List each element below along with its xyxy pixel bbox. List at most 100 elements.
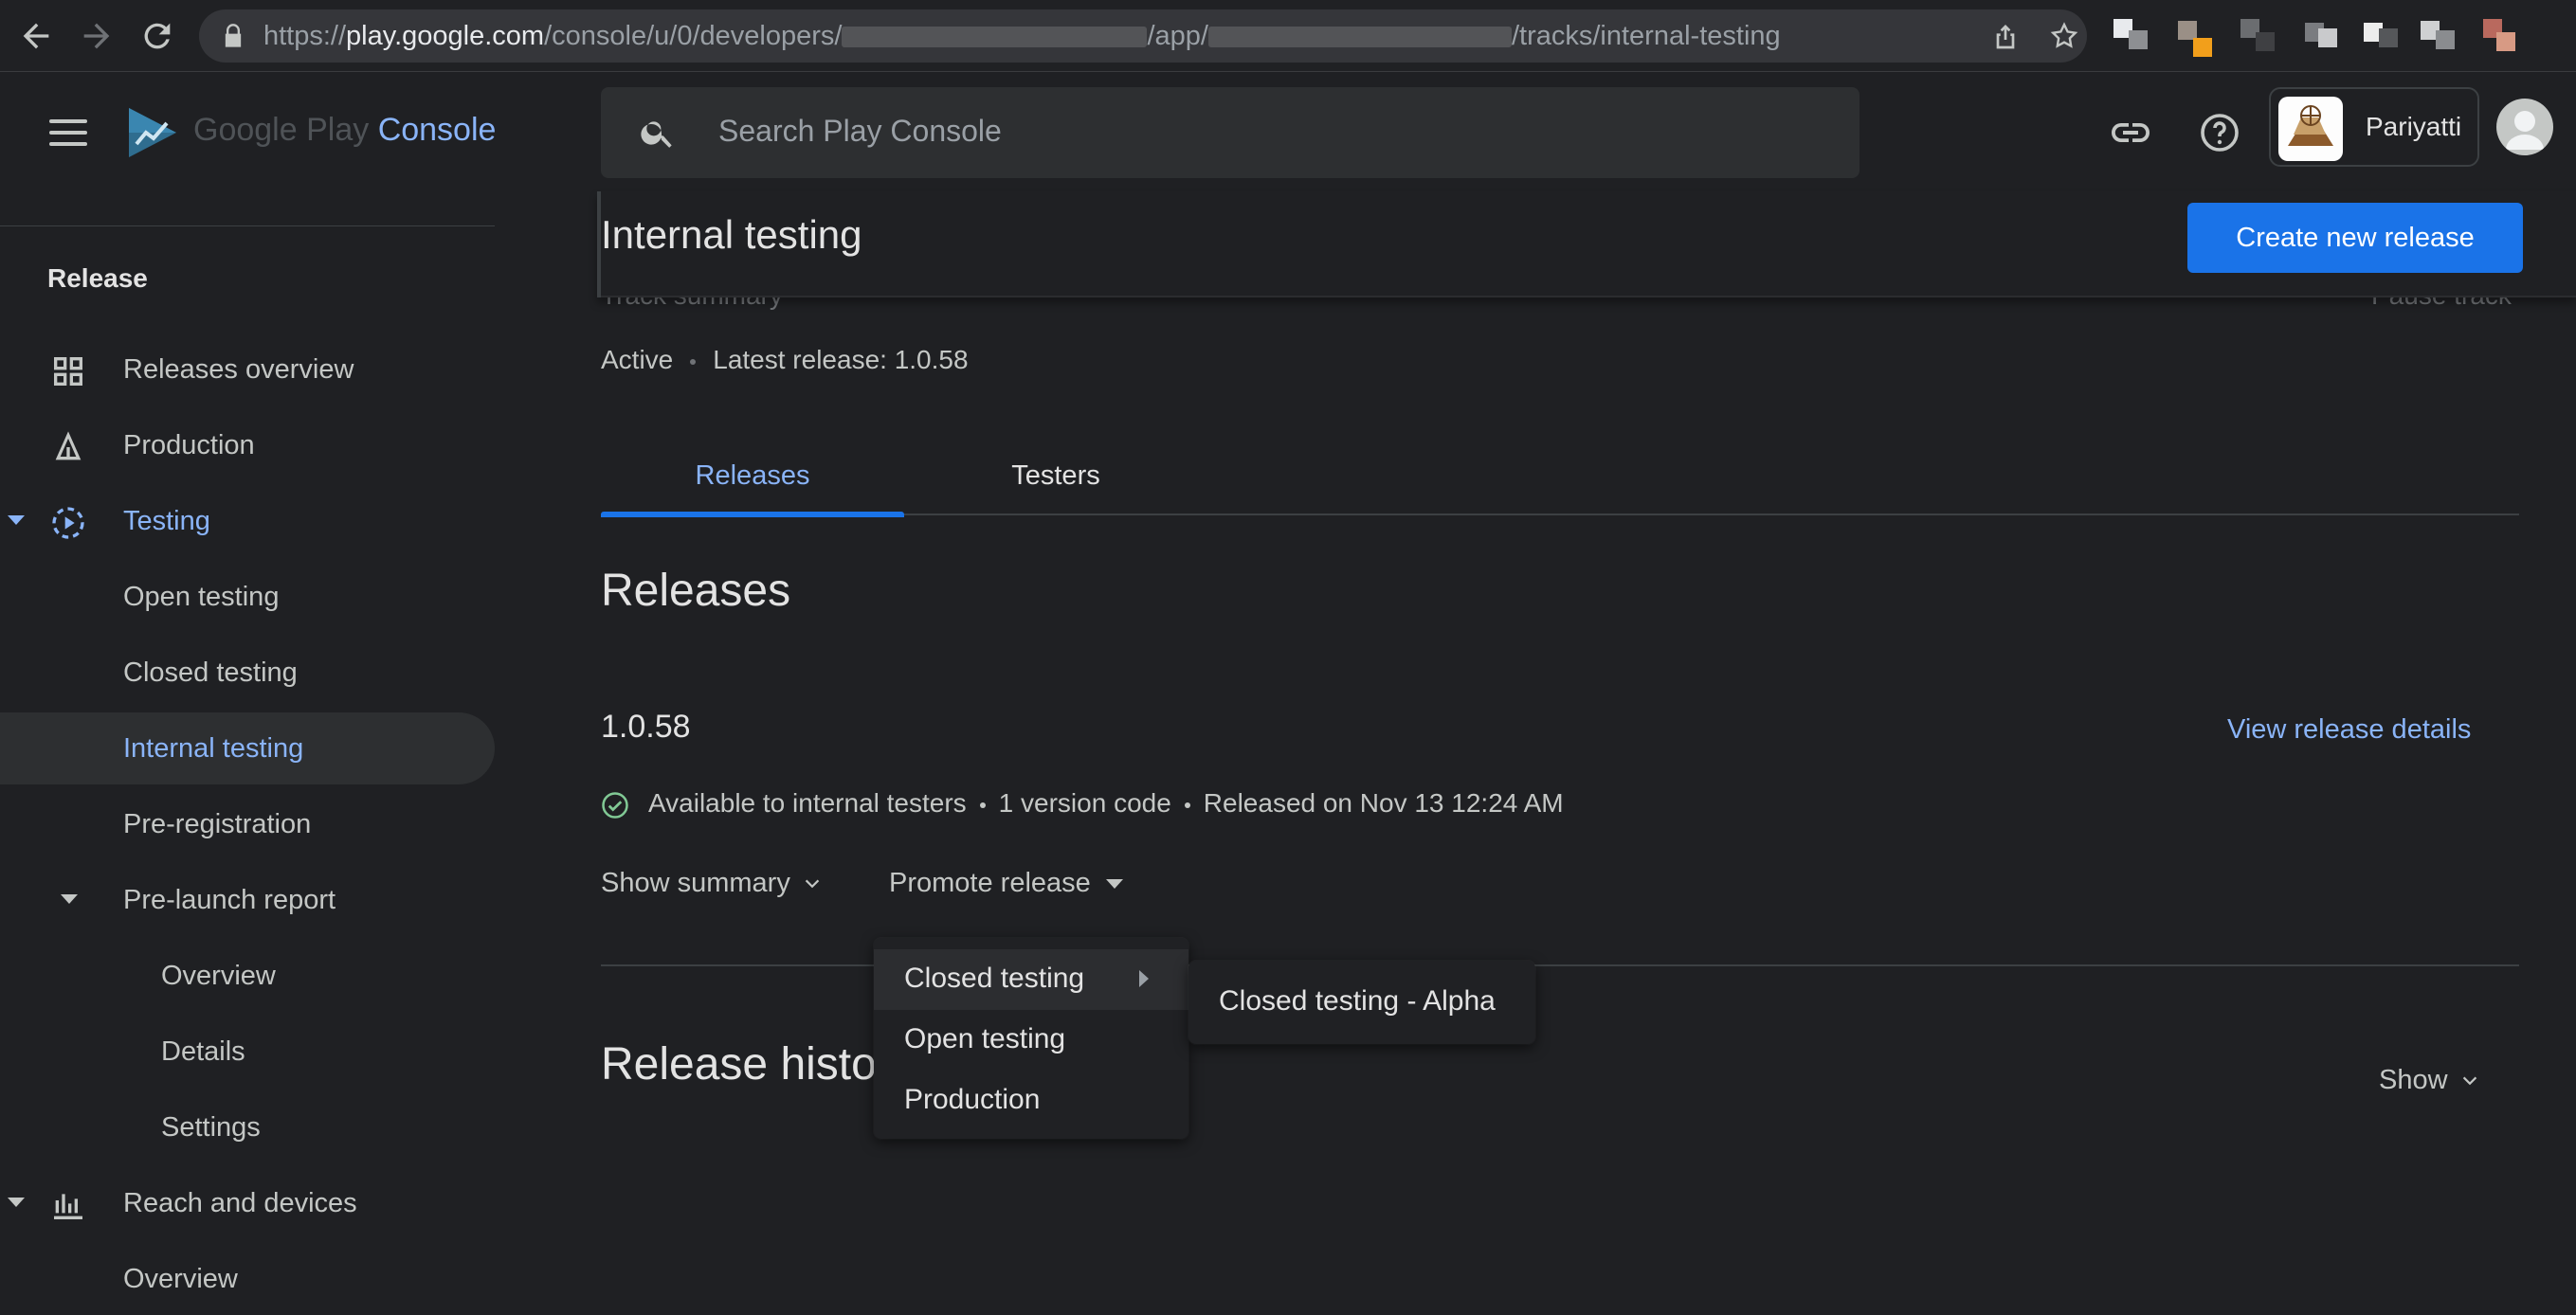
page-title: Internal testing xyxy=(601,212,862,257)
sidebar-item-prelaunch-overview[interactable]: Overview xyxy=(0,940,495,1012)
lock-icon xyxy=(225,24,242,47)
play-console-logo-icon xyxy=(129,108,176,157)
closed-testing-submenu: Closed testing - Alpha xyxy=(1188,961,1535,1044)
url-text: https://play.google.com/console/u/0/deve… xyxy=(263,21,1781,51)
sidebar-item-internal-testing[interactable]: Internal testing xyxy=(0,712,495,784)
latest-release-text: Latest release: 1.0.58 xyxy=(713,345,969,374)
sidebar-item-prelaunch-details[interactable]: Details xyxy=(0,1016,495,1088)
check-circle-icon xyxy=(602,791,628,819)
extension-icon[interactable] xyxy=(2237,15,2275,53)
sidebar-item-open-testing[interactable]: Open testing xyxy=(0,561,495,633)
menu-item-label: Closed testing xyxy=(904,963,1085,994)
extension-icon[interactable] xyxy=(2299,15,2337,53)
sidebar-item-label: Settings xyxy=(161,1112,261,1143)
app-name: Pariyatti xyxy=(2366,112,2462,141)
back-icon[interactable] xyxy=(17,17,55,55)
forward-icon[interactable] xyxy=(78,17,116,55)
expand-caret-icon xyxy=(8,1198,25,1207)
sidebar-item-label: Details xyxy=(161,1036,245,1067)
release-meta: Available to internal testers 1 version c… xyxy=(601,788,1564,820)
address-bar[interactable]: https://play.google.com/console/u/0/deve… xyxy=(199,9,2087,63)
sidebar-item-label: Internal testing xyxy=(123,733,304,764)
testing-icon xyxy=(52,507,84,539)
menu-item-label: Open testing xyxy=(904,1023,1066,1054)
sidebar-divider xyxy=(0,225,495,226)
tab-testers[interactable]: Testers xyxy=(904,460,1207,515)
released-on-text: Released on Nov 13 12:24 AM xyxy=(1203,788,1564,818)
sidebar-item-label: Open testing xyxy=(123,582,280,612)
sidebar-item-releases-overview[interactable]: Releases overview xyxy=(0,333,495,405)
sidebar-item-label: Closed testing xyxy=(123,658,298,688)
reload-icon[interactable] xyxy=(138,17,176,55)
app-account-switcher[interactable]: Pariyatti xyxy=(2269,87,2479,167)
extension-icon[interactable] xyxy=(2479,15,2517,53)
expand-caret-icon xyxy=(8,515,25,525)
user-avatar[interactable] xyxy=(2496,99,2553,155)
search-box[interactable]: Search Play Console xyxy=(601,87,1859,178)
sidebar-item-closed-testing[interactable]: Closed testing xyxy=(0,637,495,709)
extension-icon[interactable] xyxy=(2417,15,2455,53)
show-summary-button[interactable]: Show summary xyxy=(601,868,823,899)
extension-icon[interactable] xyxy=(2110,15,2148,53)
sidebar-item-label: Reach and devices xyxy=(123,1188,357,1218)
app-logo xyxy=(2278,97,2343,161)
sidebar-item-label: Releases overview xyxy=(123,354,354,385)
extension-icon[interactable] xyxy=(2360,15,2398,53)
availability-text: Available to internal testers xyxy=(648,788,967,818)
menu-icon[interactable] xyxy=(49,119,87,148)
tab-label: Releases xyxy=(695,460,810,491)
link-icon[interactable] xyxy=(2108,110,2153,155)
sidebar-item-label: Pre-launch report xyxy=(123,885,336,915)
view-release-details-link[interactable]: View release details xyxy=(2227,714,2471,746)
sidebar-section-release: Release xyxy=(47,263,148,293)
production-icon xyxy=(55,431,82,460)
search-icon xyxy=(641,121,672,148)
show-label: Show xyxy=(2379,1065,2448,1095)
sidebar-item-reach-and-devices[interactable]: Reach and devices xyxy=(0,1167,495,1239)
tab-releases[interactable]: Releases xyxy=(601,460,904,517)
dashboard-icon xyxy=(54,357,82,386)
promote-release-label: Promote release xyxy=(889,868,1091,898)
brand-name: Google Play Console xyxy=(193,112,497,148)
release-history-heading: Release history xyxy=(601,1039,915,1090)
sidebar-item-label: Production xyxy=(123,430,255,460)
release-version: 1.0.58 xyxy=(601,709,691,745)
sidebar-item-label: Pre-registration xyxy=(123,809,312,839)
status-text: Active xyxy=(601,345,674,374)
help-icon[interactable] xyxy=(2197,110,2242,155)
sidebar-item-label: Overview xyxy=(123,1264,238,1294)
menu-item-closed-testing-alpha[interactable]: Closed testing - Alpha xyxy=(1188,972,1535,1033)
chevron-down-icon xyxy=(805,879,820,889)
sidebar-item-label: Testing xyxy=(123,506,210,536)
page-header: Internal testing Create new release xyxy=(597,191,2576,297)
menu-item-production[interactable]: Production xyxy=(874,1071,1188,1131)
promote-release-button[interactable]: Promote release xyxy=(889,868,1123,899)
dropdown-arrow-icon xyxy=(1105,879,1123,890)
chevron-down-icon xyxy=(2462,1076,2476,1086)
expand-caret-icon xyxy=(61,894,78,904)
promote-release-menu: Closed testing Open testing Production xyxy=(874,938,1188,1139)
search-input[interactable]: Search Play Console xyxy=(718,114,1002,149)
extension-icon[interactable] xyxy=(2176,15,2214,57)
submenu-arrow-icon xyxy=(1139,970,1149,987)
sidebar-item-prelaunch-settings[interactable]: Settings xyxy=(0,1091,495,1163)
bar-chart-icon xyxy=(54,1194,82,1219)
menu-item-open-testing[interactable]: Open testing xyxy=(874,1010,1188,1071)
menu-item-closed-testing[interactable]: Closed testing xyxy=(874,949,1188,1010)
show-history-button[interactable]: Show xyxy=(2379,1065,2480,1096)
sidebar-item-production[interactable]: Production xyxy=(0,409,495,481)
sidebar-item-testing[interactable]: Testing xyxy=(0,485,495,557)
sidebar-item-label: Overview xyxy=(161,961,276,991)
tab-bar: Releases Testers xyxy=(601,453,2519,517)
menu-item-label: Production xyxy=(904,1084,1041,1115)
share-icon[interactable] xyxy=(1990,21,2021,51)
sidebar-item-pre-registration[interactable]: Pre-registration xyxy=(0,788,495,860)
browser-toolbar: https://play.google.com/console/u/0/deve… xyxy=(0,0,2576,72)
sidebar-item-reach-overview[interactable]: Overview xyxy=(0,1243,495,1315)
version-codes-text: 1 version code xyxy=(998,788,1171,818)
sidebar-item-pre-launch-report[interactable]: Pre-launch report xyxy=(0,864,495,936)
track-status: Active Latest release: 1.0.58 xyxy=(601,345,969,375)
releases-heading: Releases xyxy=(601,566,791,616)
star-icon[interactable] xyxy=(2049,21,2079,51)
create-new-release-button[interactable]: Create new release xyxy=(2187,203,2523,273)
